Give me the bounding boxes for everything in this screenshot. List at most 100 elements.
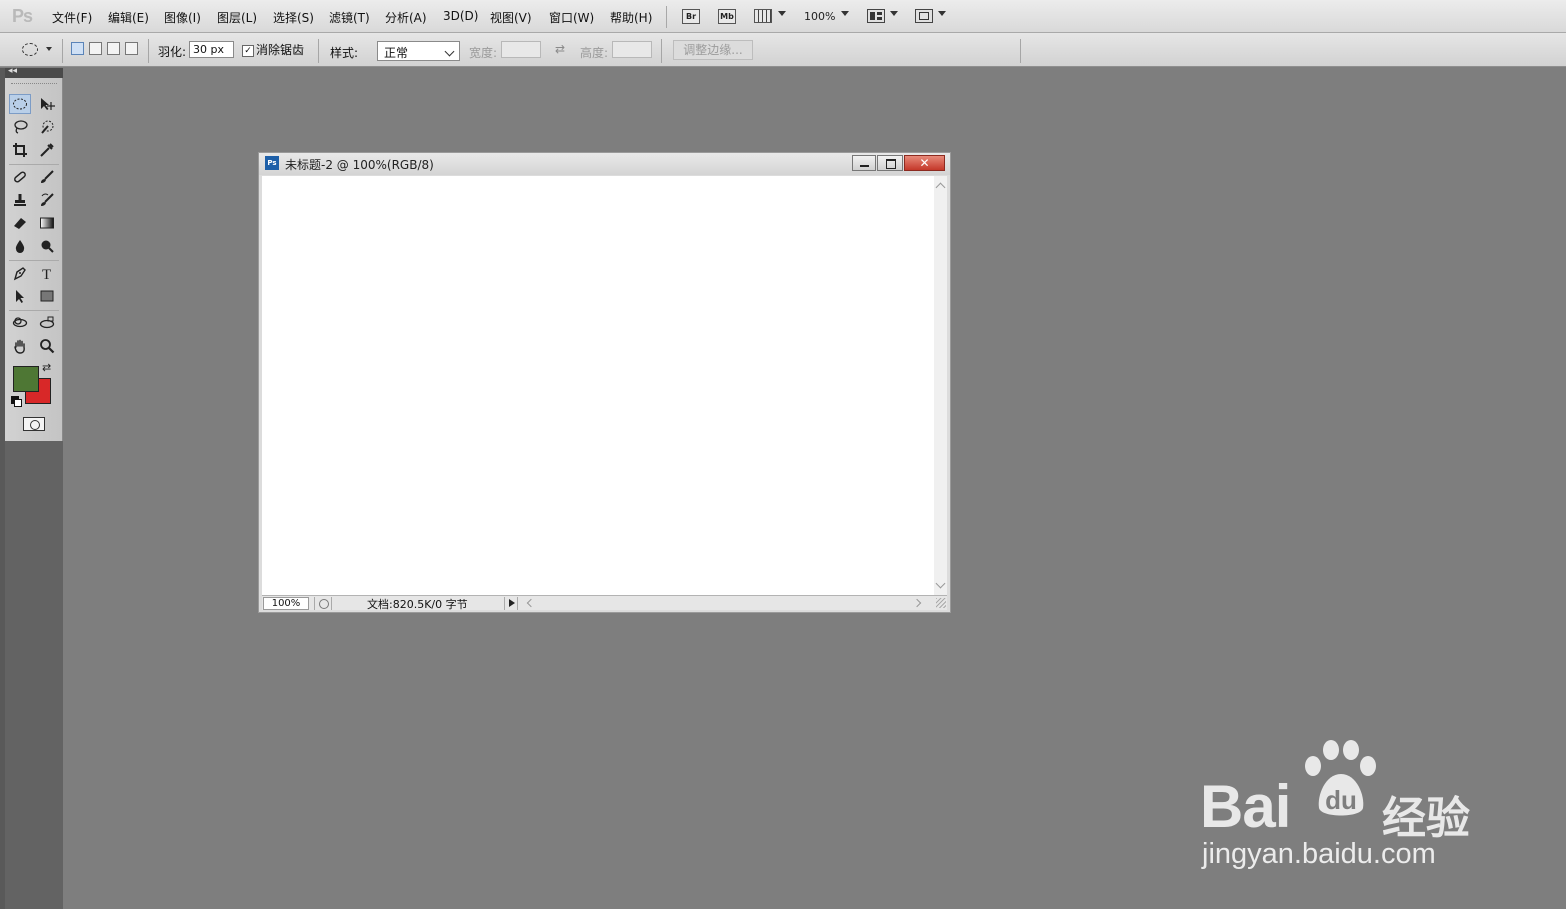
close-button[interactable]: ✕: [904, 155, 945, 171]
screen-mode-dropdown-icon[interactable]: [938, 11, 946, 16]
3d-rotate-tool[interactable]: [9, 313, 31, 333]
status-menu-arrow-icon[interactable]: [504, 597, 518, 610]
style-select-value: 正常: [384, 46, 409, 60]
extras-dropdown-icon[interactable]: [778, 11, 786, 16]
scroll-down-icon[interactable]: [935, 578, 946, 589]
document-canvas[interactable]: [262, 176, 934, 595]
eraser-tool[interactable]: [9, 213, 31, 233]
quick-mask-button[interactable]: [23, 417, 45, 431]
antialias-checkbox[interactable]: ✓: [242, 45, 254, 57]
rectangle-tool[interactable]: [36, 286, 58, 306]
stamp-icon: [14, 194, 26, 206]
elliptical-marquee-tool[interactable]: [9, 94, 31, 114]
zoom-level-menu[interactable]: 100%: [804, 10, 835, 23]
pen-tool[interactable]: [9, 263, 31, 283]
subtract-from-selection-button[interactable]: [107, 42, 120, 55]
document-window: Ps 未标题-2 @ 100%(RGB/8) ✕ 100% 文档:820.5K/…: [258, 152, 951, 613]
menu-layer[interactable]: 图层(L): [217, 9, 257, 26]
clone-stamp-tool[interactable]: [9, 190, 31, 210]
gradient-tool[interactable]: [36, 213, 58, 233]
toolbox-header[interactable]: ◂◂: [5, 66, 63, 78]
lasso-tool[interactable]: [9, 117, 31, 137]
menu-3d[interactable]: 3D(D): [443, 9, 478, 23]
intersect-selection-button[interactable]: [125, 42, 138, 55]
document-status-bar: 100% 文档:820.5K/0 字节: [262, 595, 947, 611]
menu-help[interactable]: 帮助(H): [610, 9, 652, 26]
menu-view[interactable]: 视图(V): [490, 9, 532, 26]
path-selection-tool[interactable]: [9, 286, 31, 306]
jingyan-brand-text: 经验: [1382, 793, 1470, 844]
menu-edit[interactable]: 编辑(E): [108, 9, 149, 26]
minimize-button[interactable]: [852, 155, 876, 171]
brush-tool[interactable]: [36, 167, 58, 187]
brush-icon: [41, 170, 54, 183]
zoom-dropdown-icon[interactable]: [841, 11, 849, 16]
droplet-icon: [15, 240, 25, 253]
gradient-icon: [40, 217, 54, 229]
height-input[interactable]: [612, 41, 652, 58]
crop-tool[interactable]: [9, 140, 31, 160]
vertical-scrollbar[interactable]: [934, 176, 947, 595]
screen-mode-button[interactable]: [915, 9, 933, 23]
spot-healing-brush-tool[interactable]: [9, 167, 31, 187]
dodge-icon: [41, 240, 54, 253]
zoom-field[interactable]: 100%: [263, 597, 309, 610]
menu-filter[interactable]: 滤镜(T): [329, 9, 370, 26]
chevron-down-icon: [444, 46, 455, 57]
quick-selection-tool[interactable]: [36, 117, 58, 137]
history-brush-tool[interactable]: [36, 190, 58, 210]
resize-grip[interactable]: [936, 598, 946, 608]
foreground-color-swatch[interactable]: [13, 366, 39, 392]
arrange-documents-button[interactable]: [867, 9, 885, 23]
type-tool[interactable]: T: [36, 263, 58, 283]
scroll-right-icon[interactable]: [912, 598, 922, 608]
width-input[interactable]: [501, 41, 541, 58]
3d-orbit-tool[interactable]: [36, 313, 58, 333]
document-titlebar[interactable]: Ps 未标题-2 @ 100%(RGB/8) ✕: [259, 153, 950, 175]
extras-button[interactable]: [754, 9, 772, 23]
swap-colors-icon[interactable]: ⇄: [42, 361, 51, 374]
scroll-up-icon[interactable]: [935, 182, 946, 193]
refine-edge-button[interactable]: 调整边缘...: [673, 40, 753, 60]
menu-file[interactable]: 文件(F): [52, 9, 92, 26]
collapse-icon[interactable]: ◂◂: [8, 66, 17, 76]
new-selection-button[interactable]: [71, 42, 84, 55]
arrange-dropdown-icon[interactable]: [890, 11, 898, 16]
swap-dimensions-icon[interactable]: ⇄: [555, 42, 565, 56]
move-icon: [41, 98, 55, 110]
menu-analysis[interactable]: 分析(A): [385, 9, 427, 26]
crop-icon: [13, 143, 27, 157]
menu-image[interactable]: 图像(I): [164, 9, 201, 26]
dodge-tool[interactable]: [36, 236, 58, 256]
panel-grip[interactable]: [11, 83, 57, 86]
menu-bar: Ps 文件(F) 编辑(E) 图像(I) 图层(L) 选择(S) 滤镜(T) 分…: [0, 0, 1566, 33]
eyedropper-tool[interactable]: [36, 140, 58, 160]
eyedropper-icon: [40, 143, 54, 157]
menu-window[interactable]: 窗口(W): [549, 9, 594, 26]
move-tool[interactable]: [36, 94, 58, 114]
baidu-brand-text: Bai: [1200, 773, 1291, 840]
hand-tool[interactable]: [9, 336, 31, 356]
type-icon: T: [42, 267, 51, 281]
add-to-selection-button[interactable]: [89, 42, 102, 55]
tool-separator: [9, 310, 59, 311]
menu-separator: [666, 6, 667, 28]
preview-icon[interactable]: [314, 597, 332, 610]
zoom-tool[interactable]: [36, 336, 58, 356]
bridge-button[interactable]: Br: [682, 9, 700, 24]
mini-bridge-button[interactable]: Mb: [718, 9, 736, 24]
width-label: 宽度:: [469, 46, 498, 60]
lasso-icon: [14, 120, 28, 134]
preset-dropdown-icon[interactable]: [46, 47, 52, 51]
scroll-left-icon[interactable]: [526, 598, 536, 608]
options-bar: 羽化: 30 px ✓ 消除锯齿 样式: 正常 宽度: ⇄ 高度: 调整边缘..…: [0, 33, 1566, 67]
tool-preset-picker[interactable]: [22, 43, 38, 56]
options-separator: [661, 39, 662, 63]
style-select[interactable]: 正常: [377, 41, 460, 61]
3d-orbit-icon: [39, 316, 55, 329]
feather-input[interactable]: 30 px: [189, 41, 234, 58]
default-colors-icon[interactable]: [11, 396, 22, 407]
restore-button[interactable]: [877, 155, 903, 171]
menu-select[interactable]: 选择(S): [273, 9, 314, 26]
blur-tool[interactable]: [9, 236, 31, 256]
